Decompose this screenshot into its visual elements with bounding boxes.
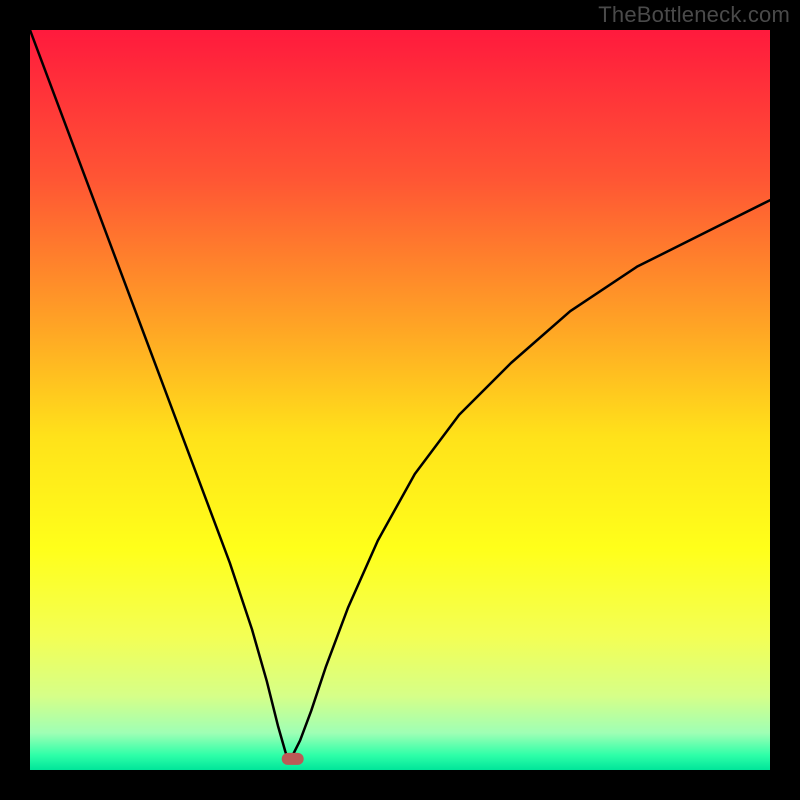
watermark-text: TheBottleneck.com — [598, 2, 790, 28]
chart-container: TheBottleneck.com — [0, 0, 800, 800]
chart-svg — [30, 30, 770, 770]
optimum-marker — [282, 753, 304, 765]
gradient-background — [30, 30, 770, 770]
plot-area — [30, 30, 770, 770]
